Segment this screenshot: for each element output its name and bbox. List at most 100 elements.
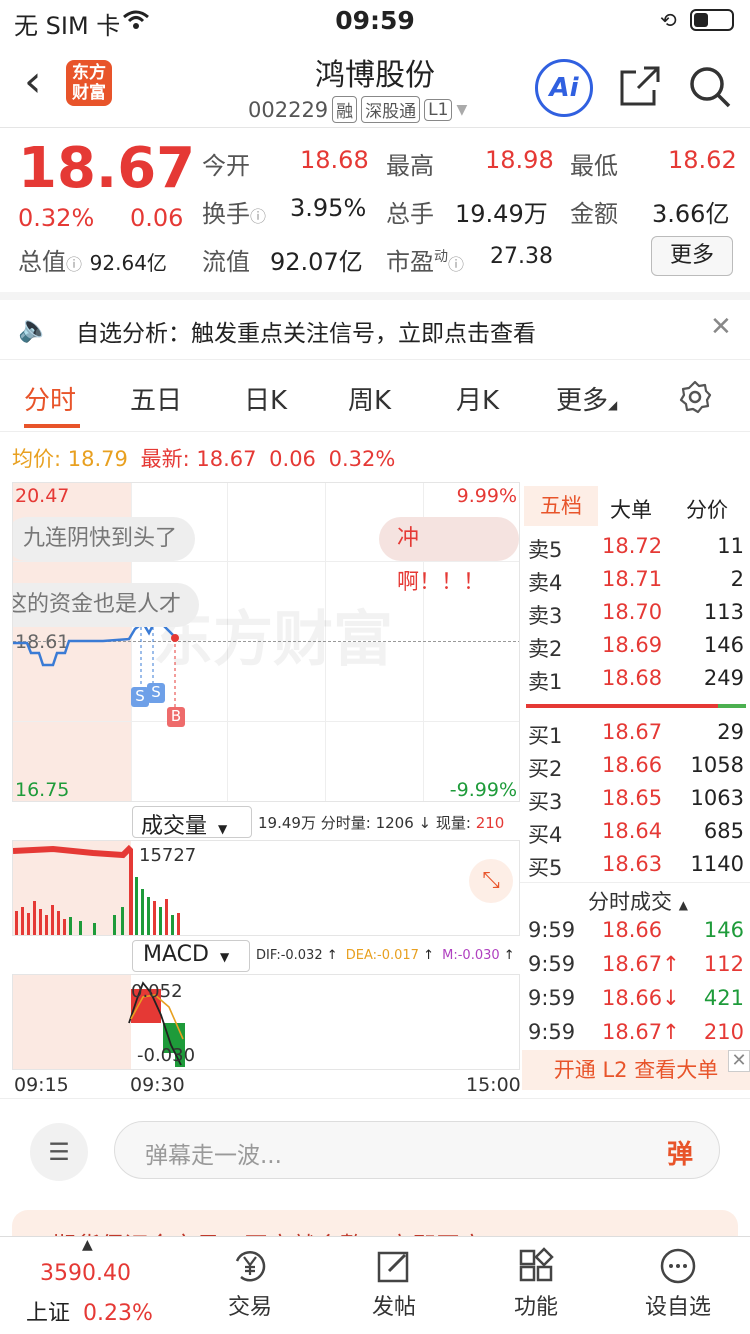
bids-price: 18.63 xyxy=(602,852,663,876)
more-button[interactable]: 更多 xyxy=(651,236,733,276)
tick-row: 9:59 18.66↓ 421 xyxy=(522,986,750,1016)
volume-peak: 15727 xyxy=(139,845,197,866)
volume-label: 成交量 xyxy=(141,814,208,839)
price-chart[interactable]: 东方财富 20.47 9.99% 18.61 16.75 -9.99% S S … xyxy=(12,482,520,802)
bids-row[interactable]: 买3 18.65 1063 xyxy=(522,786,750,816)
ob-tab-big[interactable]: 大单 xyxy=(610,494,652,524)
bids-row[interactable]: 买5 18.63 1140 xyxy=(522,852,750,882)
asks-row[interactable]: 卖4 18.71 2 xyxy=(522,567,750,597)
notice-bar[interactable]: 🔈 自选分析：触发重点关注信号，立即点击查看 ✕ xyxy=(0,292,750,360)
danmu-input[interactable]: 弹幕走一波... 弹 xyxy=(114,1121,720,1179)
danmu-settings-icon[interactable]: ☰ xyxy=(30,1123,88,1181)
index-value[interactable]: 3590.40 xyxy=(40,1261,131,1286)
tab-weekly-k[interactable]: 周K xyxy=(348,380,391,417)
last-pct: 0.32% xyxy=(328,447,396,471)
last-price: 18.67 xyxy=(18,136,196,201)
info-icon[interactable]: ⓘ xyxy=(250,207,266,226)
tag-connect: 深股通 xyxy=(361,96,421,123)
close-icon[interactable]: ✕ xyxy=(710,312,732,342)
volume-value: 19.49万 xyxy=(455,200,548,228)
danmu-send-button[interactable]: 弹 xyxy=(667,1134,693,1171)
tick-time: 9:59 xyxy=(528,986,576,1010)
tick-row: 9:59 18.66 146 xyxy=(522,918,750,948)
bids-row[interactable]: 买4 18.64 685 xyxy=(522,819,750,849)
expand-icon[interactable]: ⤡ xyxy=(469,859,513,903)
bids-volume: 1058 xyxy=(690,753,744,777)
nav-trade[interactable]: 交易 xyxy=(190,1247,310,1321)
nav-functions[interactable]: 功能 xyxy=(476,1247,596,1321)
asks-volume: 113 xyxy=(703,600,744,624)
info-icon[interactable]: ⓘ xyxy=(448,255,464,274)
asks-row[interactable]: 卖2 18.69 146 xyxy=(522,633,750,663)
volume-selector[interactable]: 成交量 ▼ xyxy=(132,806,252,839)
float-value: 92.07亿 xyxy=(270,248,363,276)
bids-volume: 29 xyxy=(717,720,744,744)
change-amount: 0.06 xyxy=(130,204,184,232)
macd-chart[interactable]: 0.052 -0.030 xyxy=(12,974,520,1070)
bids-volume: 685 xyxy=(703,819,744,843)
tick-price: 18.67↑ xyxy=(602,1020,680,1044)
gear-icon[interactable] xyxy=(678,380,712,414)
tab-more[interactable]: 更多◢ xyxy=(556,380,617,417)
nav-add-watchlist[interactable]: 设自选 xyxy=(618,1247,738,1321)
bids-row[interactable]: 买2 18.66 1058 xyxy=(522,753,750,783)
index-pct: 0.23% xyxy=(83,1301,153,1326)
tab-monthly-k[interactable]: 月K xyxy=(456,380,499,417)
ob-tab-five[interactable]: 五档 xyxy=(524,486,598,526)
asks-row[interactable]: 卖1 18.68 249 xyxy=(522,666,750,696)
macd-top: 0.052 xyxy=(131,981,183,1002)
nav-post-label: 发帖 xyxy=(371,1295,416,1320)
chevron-down-icon: ▼ xyxy=(218,822,228,836)
asks-volume: 2 xyxy=(730,567,744,591)
macd-stats: DIF:-0.032 ↑ DEA:-0.017 ↑ M:-0.030 ↑ xyxy=(256,948,515,963)
amount-value: 3.66亿 xyxy=(652,200,730,228)
macd-bars xyxy=(128,981,185,1067)
avg-value: 18.79 xyxy=(67,447,128,471)
ob-sep xyxy=(520,882,750,883)
l2-upgrade-banner[interactable]: 开通 L2 查看大单 xyxy=(522,1050,750,1090)
volume-stats: 19.49万 分时量: 1206 ↓ 现量: 210 xyxy=(258,814,505,832)
volume-chart[interactable]: 15727 ⤡ xyxy=(12,840,520,936)
ob-divider xyxy=(526,704,746,708)
search-icon[interactable] xyxy=(687,64,733,110)
tick-row: 9:59 18.67↑ 210 xyxy=(522,1020,750,1050)
volume-total: 19.49万 xyxy=(258,814,316,832)
buy-marker[interactable]: B xyxy=(167,707,185,727)
share-icon[interactable] xyxy=(618,64,662,108)
ticks-label[interactable]: 分时成交 ▲ xyxy=(588,886,688,916)
asks-level: 卖5 xyxy=(528,538,563,562)
change-percent: 0.32% xyxy=(18,204,95,232)
tab-5day[interactable]: 五日 xyxy=(130,380,182,417)
asks-price: 18.72 xyxy=(602,534,663,558)
tick-price: 18.67↑ xyxy=(602,952,680,976)
info-icon[interactable]: ⓘ xyxy=(66,255,82,274)
volume-fen: 1206 xyxy=(375,814,414,832)
sell-marker[interactable]: S xyxy=(147,683,165,703)
chevron-down-icon: ▼ xyxy=(219,950,230,964)
close-icon[interactable]: ✕ xyxy=(728,1050,750,1072)
index-row[interactable]: 上证 0.23% xyxy=(26,1295,153,1327)
stock-code-row[interactable]: 002229 融 深股通 L1 ▼ xyxy=(248,96,467,123)
bids-price: 18.67 xyxy=(602,720,663,744)
speaker-icon: 🔈 xyxy=(18,314,51,344)
asks-row[interactable]: 卖3 18.70 113 xyxy=(522,600,750,630)
notice-text[interactable]: 自选分析：触发重点关注信号，立即点击查看 xyxy=(76,314,536,348)
clock: 09:59 xyxy=(335,6,415,35)
volume-fen-label: 分时量: xyxy=(320,814,371,832)
ob-tab-price[interactable]: 分价 xyxy=(686,494,728,524)
asks-row[interactable]: 卖5 18.72 11 xyxy=(522,534,750,564)
tab-intraday[interactable]: 分时 xyxy=(24,380,76,417)
danmu-bubble: 冲啊！！！ xyxy=(379,517,519,595)
time-close: 15:00 xyxy=(466,1074,521,1096)
stock-code: 002229 xyxy=(248,97,329,122)
tick-price: 18.66 xyxy=(602,918,663,942)
tab-daily-k[interactable]: 日K xyxy=(244,380,287,417)
bids-row[interactable]: 买1 18.67 29 xyxy=(522,720,750,750)
macd-selector[interactable]: MACD ▼ xyxy=(132,940,250,972)
mktcap-label: 总值 xyxy=(18,248,66,276)
nav-functions-label: 功能 xyxy=(513,1295,558,1320)
last-value: 18.67 xyxy=(196,447,257,471)
bids-level: 买4 xyxy=(528,823,563,847)
nav-post[interactable]: 发帖 xyxy=(334,1247,454,1321)
ai-button[interactable]: Ai xyxy=(535,59,593,117)
